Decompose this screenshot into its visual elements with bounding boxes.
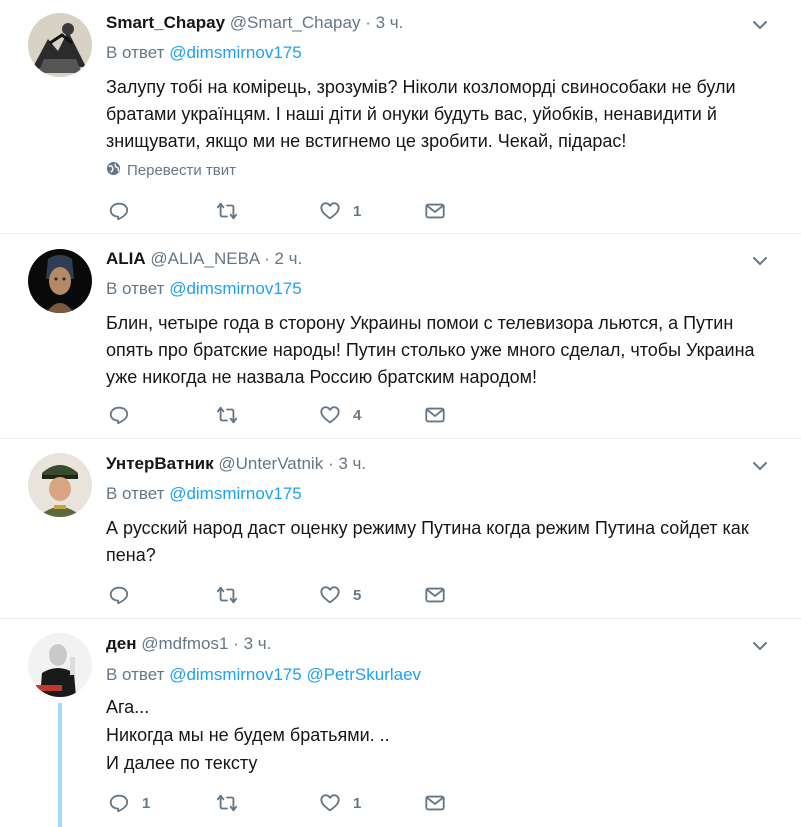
reply-count: 1 xyxy=(142,794,151,812)
direct-message-button[interactable] xyxy=(424,404,446,426)
action-bar: 1 xyxy=(106,200,766,222)
mention-link[interactable]: @dimsmirnov175 xyxy=(169,43,302,62)
reply-icon xyxy=(109,586,129,605)
text-line: И далее по тексту xyxy=(106,753,258,773)
like-count: 1 xyxy=(353,202,362,220)
retweet-button[interactable] xyxy=(216,792,250,814)
tweet-time[interactable]: 3 ч. xyxy=(244,634,272,653)
avatar[interactable] xyxy=(28,249,92,313)
envelope-icon xyxy=(425,795,445,811)
tweet-time[interactable]: 3 ч. xyxy=(338,454,366,473)
globe-icon xyxy=(106,161,121,180)
reply-button[interactable] xyxy=(108,200,142,222)
author-handle[interactable]: @mdfmos1 xyxy=(141,634,228,653)
retweet-icon xyxy=(216,794,238,812)
tweet-time[interactable]: 3 ч. xyxy=(376,13,404,32)
avatar[interactable] xyxy=(28,13,92,77)
tweet-text: Ага... Никогда мы не будем братьями. .. … xyxy=(106,693,771,777)
reply-context: В ответ @dimsmirnov175 @PetrSkurlaev xyxy=(106,665,421,685)
chevron-down-icon[interactable] xyxy=(753,18,767,32)
text-line: Ага... xyxy=(106,697,150,717)
direct-message-button[interactable] xyxy=(424,584,446,606)
retweet-icon xyxy=(216,406,238,424)
reply-button[interactable] xyxy=(108,404,142,426)
avatar[interactable] xyxy=(28,453,92,517)
direct-message-button[interactable] xyxy=(424,200,446,222)
like-count: 4 xyxy=(353,406,362,424)
tweet[interactable]: ден @mdfmos1 · 3 ч. В ответ @dimsmirnov1… xyxy=(0,619,801,827)
retweet-button[interactable] xyxy=(216,584,250,606)
separator-dot: · xyxy=(365,13,371,32)
separator-dot: · xyxy=(233,634,239,653)
like-button[interactable]: 4 xyxy=(319,404,361,426)
reply-context: В ответ @dimsmirnov175 xyxy=(106,279,302,299)
tweet[interactable]: Smart_Chapay @Smart_Chapay · 3 ч. В отве… xyxy=(0,0,801,234)
reply-prefix: В ответ xyxy=(106,43,165,62)
author-handle[interactable]: @Smart_Chapay xyxy=(230,13,361,32)
action-bar: 5 xyxy=(106,584,766,606)
heart-icon xyxy=(320,202,340,220)
tweet-text: А русский народ даст оценку режиму Путин… xyxy=(106,518,749,565)
envelope-icon xyxy=(425,587,445,603)
reply-icon xyxy=(109,794,129,813)
reply-button[interactable] xyxy=(108,584,142,606)
avatar[interactable] xyxy=(28,633,92,697)
heart-icon xyxy=(320,794,340,812)
mention-link[interactable]: @dimsmirnov175 xyxy=(169,279,302,298)
envelope-icon xyxy=(425,407,445,423)
tweet-header: ALIA @ALIA_NEBA · 2 ч. xyxy=(106,248,302,270)
tweet-time[interactable]: 2 ч. xyxy=(274,249,302,268)
tweet-header: ден @mdfmos1 · 3 ч. xyxy=(106,633,271,655)
like-count: 5 xyxy=(353,586,362,604)
envelope-icon xyxy=(425,203,445,219)
text-line: Никогда мы не будем братьями. .. xyxy=(106,725,390,745)
tweet[interactable]: ALIA @ALIA_NEBA · 2 ч. В ответ @dimsmirn… xyxy=(0,234,801,439)
reply-icon xyxy=(109,202,129,221)
tweet-header: Smart_Chapay @Smart_Chapay · 3 ч. xyxy=(106,12,403,34)
chevron-down-icon[interactable] xyxy=(753,254,767,268)
mention-link[interactable]: @PetrSkurlaev xyxy=(306,665,421,684)
author-name[interactable]: Smart_Chapay xyxy=(106,13,225,32)
action-bar: 4 xyxy=(106,404,766,426)
translate-label: Перевести твит xyxy=(127,162,236,179)
action-bar: 1 1 xyxy=(106,792,766,814)
reply-prefix: В ответ xyxy=(106,279,165,298)
reply-context: В ответ @dimsmirnov175 xyxy=(106,43,302,63)
author-name[interactable]: ALIA xyxy=(106,249,146,268)
reply-prefix: В ответ xyxy=(106,484,165,503)
direct-message-button[interactable] xyxy=(424,792,446,814)
separator-dot: · xyxy=(327,454,334,473)
like-count: 1 xyxy=(353,794,362,812)
reply-prefix: В ответ xyxy=(106,665,165,684)
mention-link[interactable]: @dimsmirnov175 xyxy=(169,484,302,503)
reply-context: В ответ @dimsmirnov175 xyxy=(106,484,302,504)
like-button[interactable]: 5 xyxy=(319,584,361,606)
chevron-down-icon[interactable] xyxy=(753,639,767,653)
heart-icon xyxy=(320,406,340,424)
tweet[interactable]: УнтерВатник @UnterVatnik · 3 ч. В ответ … xyxy=(0,439,801,619)
separator-dot: · xyxy=(264,249,270,268)
retweet-icon xyxy=(216,586,238,604)
reply-icon xyxy=(109,406,129,425)
reply-button[interactable]: 1 xyxy=(108,792,150,814)
author-handle[interactable]: @UnterVatnik xyxy=(218,454,323,473)
thread-line xyxy=(58,703,62,827)
translate-link[interactable]: Перевести твит xyxy=(106,161,236,180)
author-name[interactable]: УнтерВатник xyxy=(106,454,214,473)
retweet-button[interactable] xyxy=(216,404,250,426)
retweet-icon xyxy=(216,202,238,220)
like-button[interactable]: 1 xyxy=(319,792,361,814)
tweet-text: Блин, четыре года в сторону Украины помо… xyxy=(106,313,755,387)
tweet-header: УнтерВатник @UnterVatnik · 3 ч. xyxy=(106,453,366,475)
mention-link[interactable]: @dimsmirnov175 xyxy=(169,665,302,684)
heart-icon xyxy=(320,586,340,604)
like-button[interactable]: 1 xyxy=(319,200,361,222)
retweet-button[interactable] xyxy=(216,200,250,222)
chevron-down-icon[interactable] xyxy=(753,459,767,473)
author-name[interactable]: ден xyxy=(106,634,137,653)
tweet-text: Залупу тобі на комірець, зрозумів? Нікол… xyxy=(106,77,736,151)
author-handle[interactable]: @ALIA_NEBA xyxy=(150,249,259,268)
